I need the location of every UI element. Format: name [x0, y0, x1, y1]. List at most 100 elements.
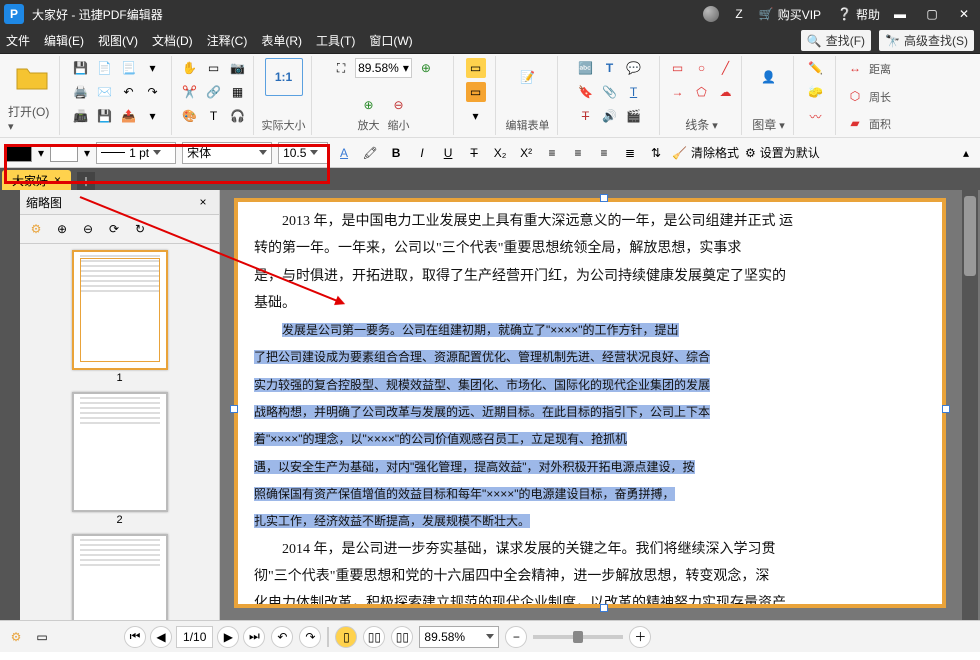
perimeter-icon[interactable]: ⬡: [845, 86, 865, 106]
text-line[interactable]: 基础。: [254, 290, 926, 317]
menu-edit[interactable]: 编辑(E): [44, 32, 84, 49]
distance-icon[interactable]: ↔: [845, 58, 865, 78]
shape-wave-icon[interactable]: 〰: [806, 106, 826, 126]
grid-icon[interactable]: ▦: [228, 82, 248, 102]
text-line[interactable]: 照确保国有资产保值增值的效益目标和每年"××××"的电源建设目标，奋勇拼搏，: [254, 481, 926, 508]
line-width-select[interactable]: 1 pt: [96, 142, 176, 164]
continuous-page-icon[interactable]: ▯▯: [363, 626, 385, 648]
font-size-select[interactable]: 10.5: [278, 142, 328, 164]
minimize-button[interactable]: ▬: [888, 6, 912, 22]
zoom-slider[interactable]: [533, 635, 623, 639]
align-center-icon[interactable]: ≡: [568, 143, 588, 163]
thumbnail-page-1[interactable]: 1: [72, 250, 168, 384]
bold-icon[interactable]: B: [386, 143, 406, 163]
text-line[interactable]: 实力较强的复合控股型、规模效益型、集团化、市场化、国际化的现代企业集团的发展: [254, 372, 926, 399]
zoom-status-combo[interactable]: 89.58%: [419, 626, 499, 648]
panel-close-icon[interactable]: ×: [193, 192, 213, 212]
save-icon[interactable]: 💾: [71, 58, 91, 78]
print-icon[interactable]: 🖨️: [71, 82, 91, 102]
thumb-rotate-icon[interactable]: ⟳: [104, 219, 124, 239]
menu-form[interactable]: 表单(R): [261, 32, 302, 49]
facing-page-icon[interactable]: ▯▯: [391, 626, 413, 648]
user-label[interactable]: Z: [735, 7, 742, 21]
camera-icon[interactable]: 📷: [228, 58, 248, 78]
text-line[interactable]: 2013 年，是中国电力工业发展史上具有重大深远意义的一年，是公司组建并正式 运: [254, 208, 926, 235]
highlight-yellow-icon[interactable]: ▭: [466, 58, 486, 78]
help-button[interactable]: ❔帮助: [837, 6, 880, 23]
menu-file[interactable]: 文件: [6, 32, 30, 49]
text-line[interactable]: 化电力体制改革，积极探索建立规范的现代企业制度，以改革的精神努力实现存量资产: [254, 590, 926, 608]
edit-form-button[interactable]: 📝: [509, 58, 547, 96]
note-icon[interactable]: 💬: [624, 58, 644, 78]
hand-icon[interactable]: ✋: [180, 58, 200, 78]
headphone-icon[interactable]: 🎧: [228, 106, 248, 126]
menu-tool[interactable]: 工具(T): [316, 32, 355, 49]
menu-comment[interactable]: 注释(C): [207, 32, 248, 49]
next-page-button[interactable]: ▶: [217, 626, 239, 648]
page-input[interactable]: 1 /10: [176, 626, 213, 648]
shape-line-icon[interactable]: ╱: [716, 58, 736, 78]
superscript-icon[interactable]: X²: [516, 143, 536, 163]
collapse-ribbon-icon[interactable]: ▴: [956, 143, 976, 163]
new-icon[interactable]: 📄: [95, 58, 115, 78]
dropdown-icon[interactable]: ▾: [143, 58, 163, 78]
thumb-settings-icon[interactable]: ⚙: [26, 219, 46, 239]
status-settings-icon[interactable]: ⚙: [6, 627, 26, 647]
mail-icon[interactable]: ✉️: [95, 82, 115, 102]
clear-format-button[interactable]: 🧹清除格式: [672, 144, 739, 161]
zoom-in-icon[interactable]: ⊕: [416, 58, 436, 78]
highlight-more-icon[interactable]: ▾: [466, 106, 486, 126]
page-canvas[interactable]: 2013 年，是中国电力工业发展史上具有重大深远意义的一年，是公司组建并正式 运…: [234, 198, 946, 608]
italic-icon[interactable]: I: [412, 143, 432, 163]
align-justify-icon[interactable]: ≣: [620, 143, 640, 163]
highlight-color-icon[interactable]: 🖍: [360, 143, 380, 163]
shape-cloud-icon[interactable]: ☁: [716, 82, 736, 102]
strike-t-icon[interactable]: T: [576, 106, 596, 126]
menu-document[interactable]: 文档(D): [152, 32, 193, 49]
text-line[interactable]: 遇，以安全生产为基础，对内"强化管理，提高效益"，对外积极开拓电源点建设，按: [254, 454, 926, 481]
area-icon[interactable]: ▰: [845, 113, 865, 133]
add-tab-button[interactable]: ＋: [77, 172, 95, 190]
export-icon[interactable]: 📤: [119, 106, 139, 126]
shape-circle-icon[interactable]: ○: [692, 58, 712, 78]
shape-poly-icon[interactable]: ⬠: [692, 82, 712, 102]
last-page-button[interactable]: ⏭: [243, 626, 265, 648]
typewriter-icon[interactable]: T: [600, 58, 620, 78]
select-icon[interactable]: ▭: [204, 58, 224, 78]
menu-window[interactable]: 窗口(W): [369, 32, 412, 49]
stroke-color-swatch[interactable]: [50, 144, 78, 162]
text-line[interactable]: 发展是公司第一要务。公司在组建初期，就确立了"××××"的工作方针，提出: [254, 317, 926, 344]
text-line[interactable]: 2014 年，是公司进一步夯实基础，谋求发展的关键之年。我们将继续深入学习贯: [254, 536, 926, 563]
stamp-small-icon[interactable]: 🔖: [576, 82, 596, 102]
set-default-button[interactable]: ⚙设置为默认: [745, 144, 820, 161]
thumbnail-page-3[interactable]: 3: [72, 534, 168, 620]
actual-size-button[interactable]: 1:1: [265, 58, 303, 96]
sound-icon[interactable]: 🔊: [600, 106, 620, 126]
find-button[interactable]: 🔍查找(F): [801, 30, 871, 51]
zoom-in-group[interactable]: ⊕: [359, 95, 379, 115]
palette-icon[interactable]: 🎨: [180, 106, 200, 126]
strike-icon[interactable]: T: [464, 143, 484, 163]
pencil-icon[interactable]: ✏️: [806, 58, 826, 78]
tab-close-icon[interactable]: ×: [54, 173, 61, 187]
eraser-icon[interactable]: 🧽: [806, 82, 826, 102]
video-icon[interactable]: 🎬: [624, 106, 644, 126]
save-copy-icon[interactable]: 💾: [95, 106, 115, 126]
open-button[interactable]: [13, 58, 51, 96]
text-line[interactable]: 战略构想，并明确了公司改革与发展的远、近期目标。在此目标的指引下，公司上下本: [254, 399, 926, 426]
status-layout-icon[interactable]: ▭: [32, 627, 52, 647]
zoom-out-group[interactable]: ⊖: [389, 95, 409, 115]
align-left-icon[interactable]: ≡: [542, 143, 562, 163]
highlight-orange-icon[interactable]: ▭: [466, 82, 486, 102]
zoom-in-status[interactable]: ＋: [629, 626, 651, 648]
shape-rect-icon[interactable]: ▭: [668, 58, 688, 78]
line-spacing-icon[interactable]: ⇅: [646, 143, 666, 163]
scan-icon[interactable]: 📠: [71, 106, 91, 126]
nav-back-button[interactable]: ↶: [271, 626, 293, 648]
thumb-zoom-in-icon[interactable]: ⊕: [52, 219, 72, 239]
document-tab[interactable]: 大家好×: [2, 170, 71, 190]
vertical-scrollbar[interactable]: [962, 190, 978, 620]
stamp-button[interactable]: 👤: [750, 58, 788, 96]
thumbnail-page-2[interactable]: 2: [72, 392, 168, 526]
redo-icon[interactable]: ↷: [143, 82, 163, 102]
